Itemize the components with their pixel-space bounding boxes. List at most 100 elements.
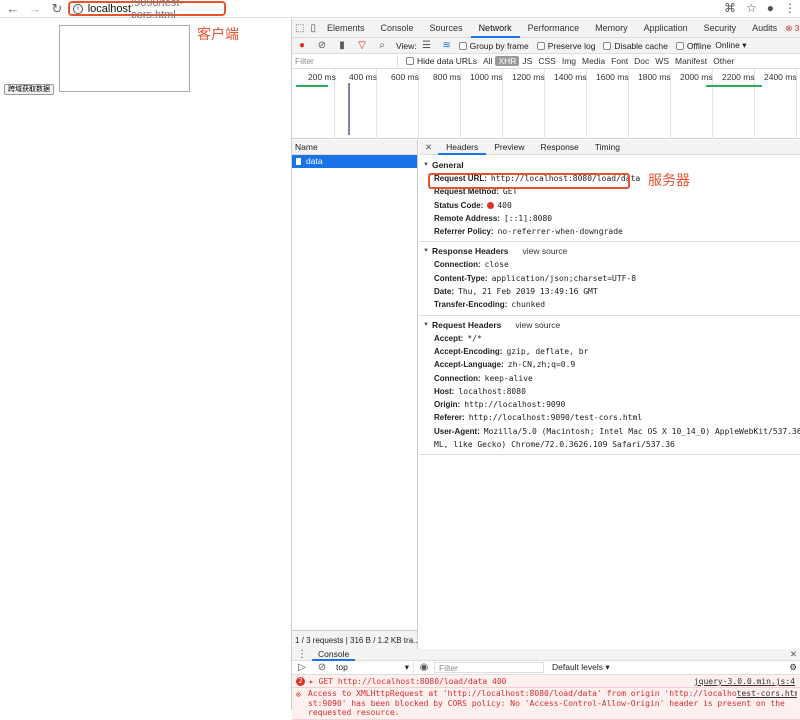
chevron-down-icon: ▾ — [742, 40, 747, 50]
more-icon[interactable]: ⋮ — [295, 648, 309, 662]
throttling-select[interactable]: Online ▾ — [715, 40, 746, 51]
offline-checkbox[interactable] — [675, 41, 684, 50]
close-icon[interactable]: ✕ — [790, 649, 797, 660]
group-by-frame-label: Group by frame — [469, 40, 529, 51]
menu-icon[interactable]: ⋮ — [784, 1, 796, 15]
network-filter-input[interactable]: Filter — [292, 56, 398, 66]
view-source-link[interactable]: view source — [523, 245, 568, 258]
header-key: Accept-Encoding: — [434, 346, 503, 356]
tab-audits[interactable]: Audits — [744, 19, 785, 38]
tab-console-drawer[interactable]: Console — [312, 649, 356, 661]
header-key: Accept: — [434, 333, 464, 343]
filter-type-xhr[interactable]: XHR — [495, 56, 520, 66]
console-message-text: Access to XMLHttpRequest at 'http://loca… — [308, 689, 737, 698]
request-headers-section: ▼ Request Headers view source Accept: */* A… — [419, 319, 800, 452]
tab-application[interactable]: Application — [636, 19, 696, 38]
response-headers-header[interactable]: ▼ Response Headers view source — [423, 245, 800, 258]
error-count: 3 — [794, 22, 800, 33]
request-row-data[interactable]: data — [292, 155, 417, 168]
tab-elements[interactable]: Elements — [319, 19, 373, 38]
network-timeline-overview[interactable]: 200 ms 400 ms 600 ms 800 ms 1000 ms 1200… — [292, 69, 800, 139]
filter-type-doc[interactable]: Doc — [631, 56, 652, 66]
tab-performance[interactable]: Performance — [520, 19, 588, 38]
filter-type-css[interactable]: CSS — [535, 56, 558, 66]
forward-arrow-icon[interactable]: → — [26, 0, 44, 18]
header-value: chunked — [511, 300, 546, 310]
filter-type-img[interactable]: Img — [559, 56, 579, 66]
preserve-log-checkbox[interactable] — [536, 41, 545, 50]
name-column-header[interactable]: Name — [292, 140, 417, 155]
search-icon[interactable]: ⌕ — [375, 39, 389, 53]
close-icon[interactable]: ✕ — [419, 142, 438, 153]
console-drawer-header: ⋮ Console ✕ — [292, 649, 800, 661]
header-value: http://localhost:9090/test-cors.html — [468, 413, 643, 423]
preserve-log-label: Preserve log — [547, 40, 596, 51]
device-toggle-icon[interactable]: ▯ — [310, 21, 316, 35]
translate-icon[interactable]: ⌘ — [724, 1, 736, 15]
disable-cache-checkbox[interactable] — [603, 41, 612, 50]
sidebar-toggle-icon[interactable]: ▷ — [295, 661, 309, 675]
triangle-down-icon: ▼ — [423, 162, 429, 168]
referrer-policy-row: Referrer Policy: no-referrer-when-downgra… — [423, 225, 800, 238]
general-section-header[interactable]: ▼ General — [423, 159, 800, 172]
clear-icon[interactable]: ⊘ — [315, 39, 329, 53]
filter-type-js[interactable]: JS — [519, 56, 535, 66]
tab-security[interactable]: Security — [696, 19, 745, 38]
filter-funnel-icon[interactable]: ▽ — [355, 39, 369, 53]
file-icon — [296, 158, 301, 165]
star-icon[interactable]: ☆ — [746, 1, 757, 15]
hide-data-urls-checkbox[interactable] — [406, 57, 414, 65]
address-bar[interactable]: i localhost:9090/test-cors.html — [68, 0, 226, 21]
inspect-icon[interactable]: ⬚ — [295, 21, 304, 35]
reload-icon[interactable]: ↻ — [48, 0, 66, 18]
context-select[interactable]: top ▾ — [332, 662, 414, 673]
view-source-link[interactable]: view source — [515, 319, 560, 332]
back-arrow-icon[interactable]: ← — [4, 0, 22, 18]
tab-timing[interactable]: Timing — [587, 140, 628, 155]
request-url-highlight — [428, 173, 630, 189]
filter-type-manifest[interactable]: Manifest — [672, 56, 710, 66]
filter-type-font[interactable]: Font — [608, 56, 631, 66]
tab-sources[interactable]: Sources — [422, 19, 471, 38]
header-row: Accept-Language: zh-CN,zh;q=0.9 — [423, 358, 800, 371]
filter-type-ws[interactable]: WS — [652, 56, 672, 66]
tab-network[interactable]: Network — [470, 19, 520, 38]
header-row: Transfer-Encoding: chunked — [423, 298, 800, 311]
clear-console-icon[interactable]: ⊘ — [315, 661, 329, 675]
log-levels-select[interactable]: Default levels ▾ — [552, 662, 610, 673]
status-code-row: Status Code: 400 — [423, 199, 800, 212]
timeline-tick: 1200 ms — [512, 72, 545, 82]
group-by-frame-checkbox[interactable] — [458, 41, 467, 50]
console-filter-input[interactable]: Filter — [434, 662, 544, 673]
tab-memory[interactable]: Memory — [587, 19, 636, 38]
waterfall-icon[interactable]: ≋ — [440, 39, 454, 53]
header-value: Mozilla/5.0 (Macintosh; Intel Mac OS X 1… — [483, 426, 800, 436]
error-count-badge[interactable]: ⊗ 3 — [785, 23, 799, 34]
filter-type-all[interactable]: All — [480, 56, 495, 66]
request-headers-header[interactable]: ▼ Request Headers view source — [423, 319, 800, 332]
capture-screenshots-icon[interactable]: ▮ — [335, 39, 349, 53]
fetch-cross-origin-button[interactable]: 跨域获取数据 — [4, 84, 54, 95]
info-icon[interactable]: i — [73, 3, 83, 14]
record-icon[interactable]: ● — [295, 39, 309, 53]
tab-response[interactable]: Response — [533, 140, 587, 155]
eye-icon[interactable]: ◉ — [417, 661, 431, 675]
header-value: */* — [467, 333, 482, 343]
filter-type-media[interactable]: Media — [579, 56, 608, 66]
source-link[interactable]: test-cors.html:1 — [737, 689, 797, 699]
tab-headers[interactable]: Headers — [438, 140, 487, 155]
tab-preview[interactable]: Preview — [486, 140, 532, 155]
gear-icon[interactable]: ⚙ — [789, 662, 797, 673]
large-rows-icon[interactable]: ☰ — [420, 39, 434, 53]
address-path: :9090/test-cors.html — [131, 0, 184, 21]
source-link[interactable]: jquery-3.0.0.min.js:4 — [694, 675, 795, 687]
address-host: localhost — [87, 2, 132, 15]
header-key: Referer: — [434, 413, 465, 423]
result-textarea[interactable] — [59, 25, 190, 92]
console-error-message[interactable]: 2 ▸ GET http://localhost:8080/load/data … — [292, 675, 800, 688]
filter-type-other[interactable]: Other — [710, 56, 737, 66]
console-cors-error-message[interactable]: ⊗ Access to XMLHttpRequest at 'http://lo… — [292, 688, 800, 720]
header-row: Date: Thu, 21 Feb 2019 13:49:16 GMT — [423, 285, 800, 298]
profile-icon[interactable]: ● — [767, 1, 774, 15]
tab-console[interactable]: Console — [373, 19, 422, 38]
